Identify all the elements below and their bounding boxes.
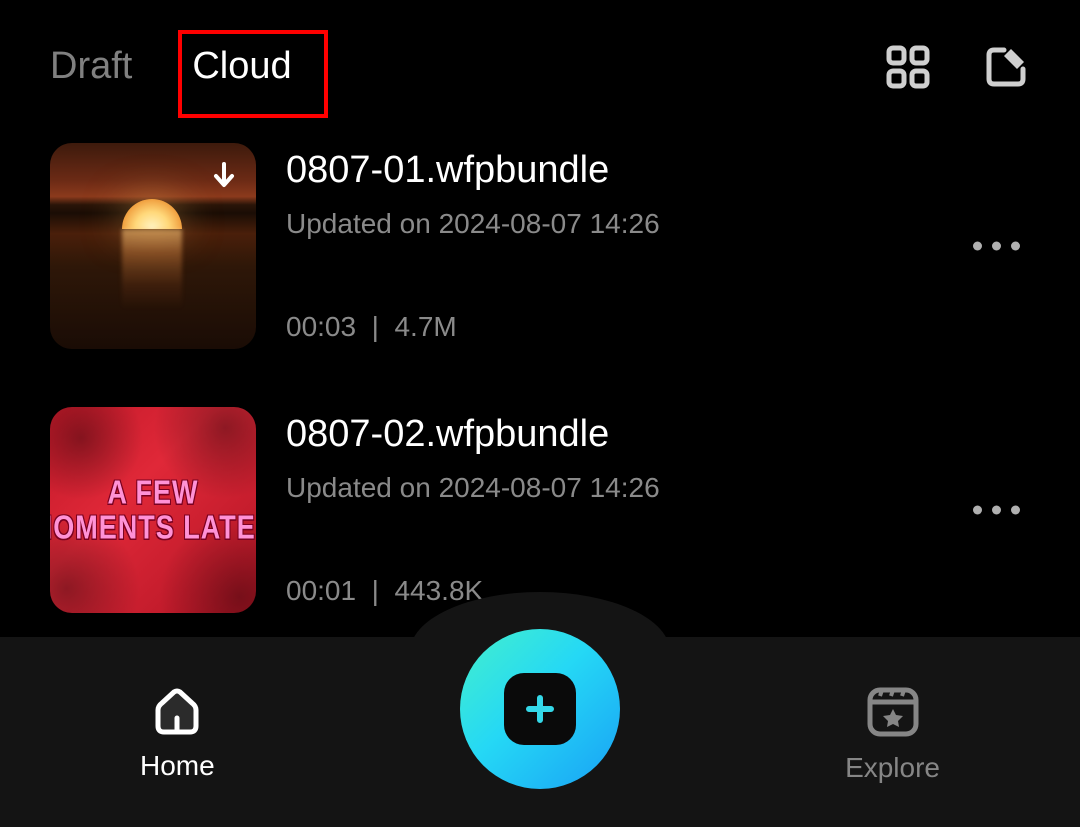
plus-icon [520, 689, 560, 729]
edit-button[interactable] [982, 43, 1030, 91]
grid-icon [884, 43, 932, 91]
nav-home[interactable]: Home [140, 682, 215, 782]
file-info: 0807-02.wfpbundle Updated on 2024-08-07 … [286, 407, 1030, 613]
thumbnail-caption: A FEW MOMENTS LATER [50, 475, 256, 546]
top-bar: Draft Cloud [0, 0, 1080, 123]
file-info: 0807-01.wfpbundle Updated on 2024-08-07 … [286, 143, 1030, 349]
tab-draft[interactable]: Draft [50, 40, 132, 93]
file-more-button[interactable] [963, 486, 1030, 535]
more-icon [973, 506, 1020, 515]
home-icon [148, 682, 206, 740]
top-actions [884, 43, 1030, 91]
nav-home-label: Home [140, 750, 215, 782]
file-thumbnail: A FEW MOMENTS LATER [50, 407, 256, 613]
file-updated: Updated on 2024-08-07 14:26 [286, 208, 1030, 240]
nav-explore[interactable]: Explore [845, 680, 940, 784]
file-name: 0807-01.wfpbundle [286, 149, 1030, 192]
plus-icon-container [504, 673, 576, 745]
grid-view-button[interactable] [884, 43, 932, 91]
edit-icon [982, 43, 1030, 91]
file-item[interactable]: 0807-01.wfpbundle Updated on 2024-08-07 … [50, 143, 1030, 349]
file-thumbnail [50, 143, 256, 349]
file-updated: Updated on 2024-08-07 14:26 [286, 472, 1030, 504]
file-item[interactable]: A FEW MOMENTS LATER 0807-02.wfpbundle Up… [50, 407, 1030, 613]
more-icon [973, 242, 1020, 251]
download-icon [210, 161, 238, 198]
explore-icon [862, 680, 924, 742]
tab-cloud[interactable]: Cloud [192, 40, 291, 93]
file-more-button[interactable] [963, 222, 1030, 271]
file-meta: 00:01 | 443.8K [286, 575, 1030, 607]
create-button[interactable] [460, 629, 620, 789]
tabs: Draft Cloud [50, 40, 292, 93]
file-list: 0807-01.wfpbundle Updated on 2024-08-07 … [0, 123, 1080, 613]
file-meta: 00:03 | 4.7M [286, 311, 1030, 343]
nav-explore-label: Explore [845, 752, 940, 784]
file-name: 0807-02.wfpbundle [286, 413, 1030, 456]
